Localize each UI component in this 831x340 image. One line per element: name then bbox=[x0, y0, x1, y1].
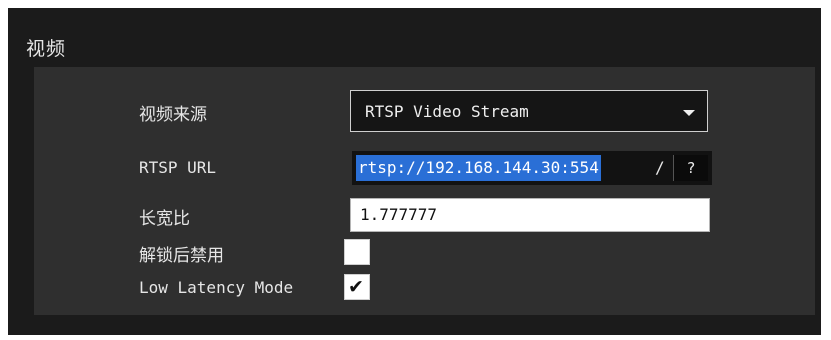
rtsp-url-trailing-text: / bbox=[655, 158, 665, 177]
video-source-select[interactable]: RTSP Video Stream bbox=[350, 90, 708, 132]
low-latency-label: Low Latency Mode bbox=[139, 278, 294, 297]
help-button[interactable]: ? bbox=[673, 155, 708, 181]
video-source-value: RTSP Video Stream bbox=[365, 102, 529, 121]
aspect-ratio-value: 1.777777 bbox=[360, 205, 438, 224]
low-latency-checkbox[interactable]: ✔ bbox=[344, 274, 370, 300]
rtsp-url-selected-text: rtsp://192.168.144.30:554 bbox=[356, 155, 601, 181]
aspect-ratio-label: 长宽比 bbox=[139, 209, 190, 229]
rtsp-url-label: RTSP URL bbox=[139, 158, 217, 177]
disable-on-unlock-label: 解锁后禁用 bbox=[139, 246, 224, 266]
checkmark-icon: ✔ bbox=[348, 276, 364, 298]
caret-down-icon bbox=[683, 110, 695, 116]
video-source-label: 视频来源 bbox=[139, 105, 207, 125]
video-settings-frame: 视频 视频来源 RTSP Video Stream RTSP URL rtsp:… bbox=[8, 8, 821, 335]
disable-on-unlock-checkbox[interactable] bbox=[344, 239, 370, 265]
section-title: 视频 bbox=[26, 38, 67, 60]
aspect-ratio-input[interactable]: 1.777777 bbox=[350, 198, 710, 232]
rtsp-url-input[interactable]: rtsp://192.168.144.30:554 / ? bbox=[352, 151, 712, 185]
